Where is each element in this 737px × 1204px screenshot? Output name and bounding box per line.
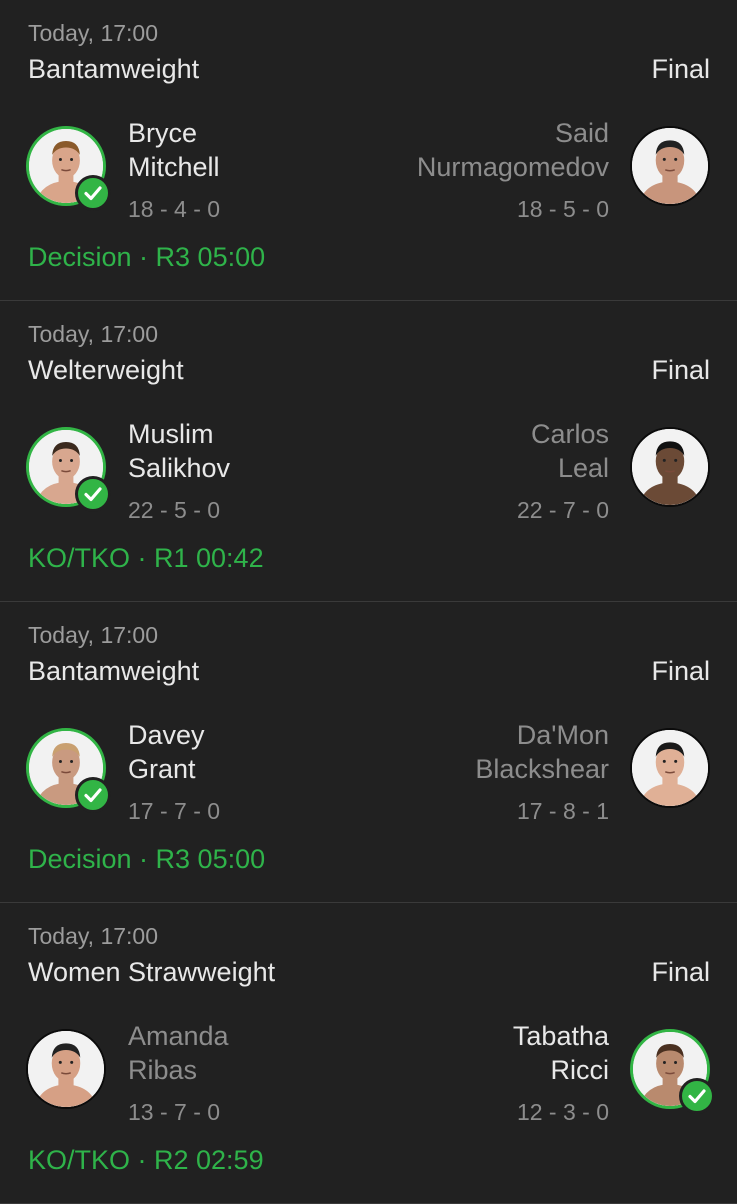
fighter-name-right[interactable]: Carlos Leal [531,417,609,485]
fighter-avatar-left[interactable] [26,427,111,512]
fight-time: Today, 17:00 [28,622,159,648]
fighter-first-name: Carlos [530,419,609,449]
fighter-photo [632,730,708,806]
check-icon [688,1089,706,1104]
fighter-record-right: 12 - 3 - 0 [516,1099,609,1125]
fighter-avatar-left[interactable] [26,126,111,211]
fighter-last-name: Grant [128,754,196,784]
fight-card[interactable]: Today, 17:00 Women Strawweight Final Amanda… [0,903,737,1204]
winner-badge [679,1078,715,1114]
fight-result: Decision · R3 05:00 [28,844,266,874]
fighter-name-right[interactable]: Said Nurmagomedov [417,116,609,184]
fight-status: Final [651,656,710,686]
fighter-first-name: Amanda [128,1021,229,1051]
fight-result: KO/TKO · R1 00:42 [28,543,264,573]
check-icon [84,788,102,803]
fighter-name-left[interactable]: Amanda Ribas [128,1019,229,1087]
check-icon [84,487,102,502]
fighter-name-left[interactable]: Davey Grant [128,718,205,786]
weight-division: Women Strawweight [28,957,276,987]
fighter-avatar-right[interactable] [630,1029,715,1114]
fighter-avatar-right[interactable] [630,728,710,808]
fighter-photo [632,429,708,505]
fighter-name-left[interactable]: Bryce Mitchell [128,116,220,184]
winner-badge [75,175,111,211]
fight-result: KO/TKO · R2 02:59 [28,1145,264,1175]
fighter-record-right: 22 - 7 - 0 [516,497,609,523]
fighter-avatar-left[interactable] [26,1029,106,1109]
fighter-first-name: Davey [128,720,205,750]
fight-status: Final [651,957,710,987]
fighter-name-right[interactable]: Tabatha Ricci [513,1019,609,1087]
fight-status: Final [651,54,710,84]
fighter-first-name: Said [554,118,609,148]
fight-time: Today, 17:00 [28,20,159,46]
fighter-last-name: Leal [557,453,609,483]
fighter-last-name: Mitchell [128,152,220,182]
fight-card[interactable]: Today, 17:00 Bantamweight Final Davey Grant 1… [0,602,737,903]
winner-badge [75,476,111,512]
fight-status: Final [651,355,710,385]
fight-time: Today, 17:00 [28,321,159,347]
fighter-last-name: Ricci [550,1055,610,1085]
fighter-first-name: Muslim [128,419,214,449]
fighter-record-left: 18 - 4 - 0 [128,196,221,222]
fighter-last-name: Salikhov [128,453,231,483]
winner-badge [75,777,111,813]
fight-result: Decision · R3 05:00 [28,242,266,272]
fighter-photo [28,1031,104,1107]
fighter-avatar-left[interactable] [26,728,111,813]
weight-division: Bantamweight [28,656,200,686]
fighter-first-name: Tabatha [512,1021,609,1051]
fighter-first-name: Bryce [128,118,198,148]
fighter-record-right: 17 - 8 - 1 [516,798,609,824]
fighter-record-left: 13 - 7 - 0 [128,1099,221,1125]
fight-card[interactable]: Today, 17:00 Welterweight Final Muslim Salik… [0,301,737,602]
fight-list: Today, 17:00 Bantamweight Final Bryce Mitche… [0,0,737,1204]
fighter-avatar-right[interactable] [630,126,710,206]
fighter-first-name: Da'Mon [516,720,609,750]
check-icon [84,186,102,201]
weight-division: Welterweight [28,355,184,385]
fighter-last-name: Ribas [128,1055,198,1085]
fight-time: Today, 17:00 [28,923,159,949]
fighter-name-right[interactable]: Da'Mon Blackshear [475,718,609,786]
fighter-last-name: Blackshear [475,754,609,784]
fighter-record-left: 17 - 7 - 0 [128,798,221,824]
fighter-record-right: 18 - 5 - 0 [516,196,609,222]
fighter-avatar-right[interactable] [630,427,710,507]
fighter-last-name: Nurmagomedov [416,152,609,182]
weight-division: Bantamweight [28,54,200,84]
fighter-record-left: 22 - 5 - 0 [128,497,221,523]
fighter-name-left[interactable]: Muslim Salikhov [128,417,230,485]
fight-card[interactable]: Today, 17:00 Bantamweight Final Bryce Mitche… [0,0,737,301]
fighter-photo [632,128,708,204]
